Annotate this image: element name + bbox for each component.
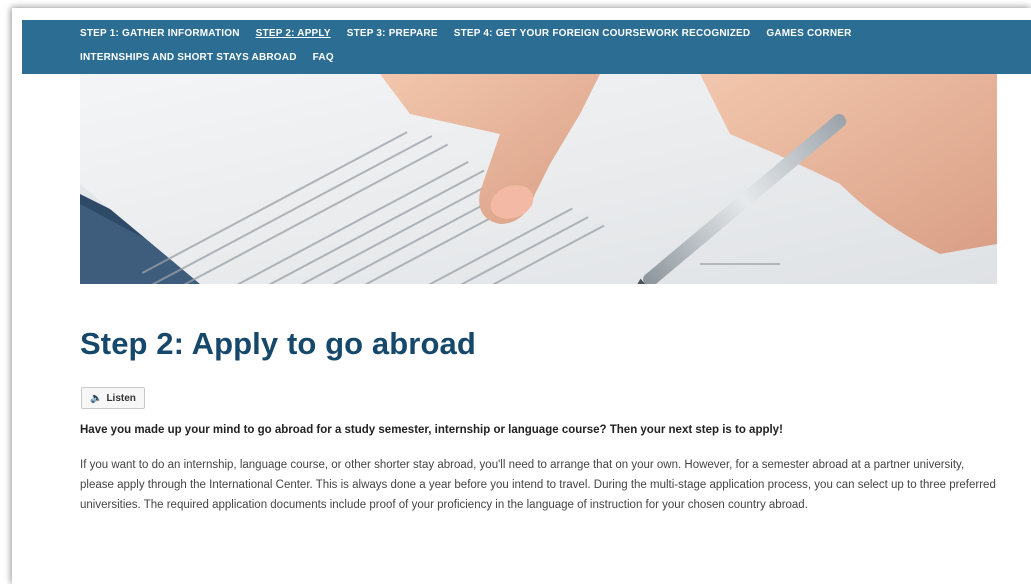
nav-step4-link[interactable]: STEP 4: GET YOUR FOREIGN COURSEWORK RECO… [454,27,751,41]
nav-row-2: INTERNSHIPS AND SHORT STAYS ABROAD FAQ [80,51,350,65]
nav-internships-link[interactable]: INTERNSHIPS AND SHORT STAYS ABROAD [80,51,297,65]
speaker-icon: 🔈 [90,392,103,404]
main-navigation: STEP 1: GATHER INFORMATION STEP 2: APPLY… [22,20,1031,74]
nav-games-corner-link[interactable]: GAMES CORNER [766,27,851,41]
page-title: Step 2: Apply to go abroad [80,326,476,361]
listen-button[interactable]: 🔈 Listen [81,387,145,409]
nav-step3-link[interactable]: STEP 3: PREPARE [347,27,438,41]
nav-step2-link[interactable]: STEP 2: APPLY [256,27,331,41]
listen-label: Listen [106,392,136,404]
nav-faq-link[interactable]: FAQ [313,51,334,65]
hero-image [80,74,997,284]
nav-row-1: STEP 1: GATHER INFORMATION STEP 2: APPLY… [80,27,868,41]
lead-paragraph: Have you made up your mind to go abroad … [80,424,783,436]
contract-signing-photo [80,74,997,284]
nav-step1-link[interactable]: STEP 1: GATHER INFORMATION [80,27,240,41]
body-paragraph: If you want to do an internship, languag… [80,459,996,511]
